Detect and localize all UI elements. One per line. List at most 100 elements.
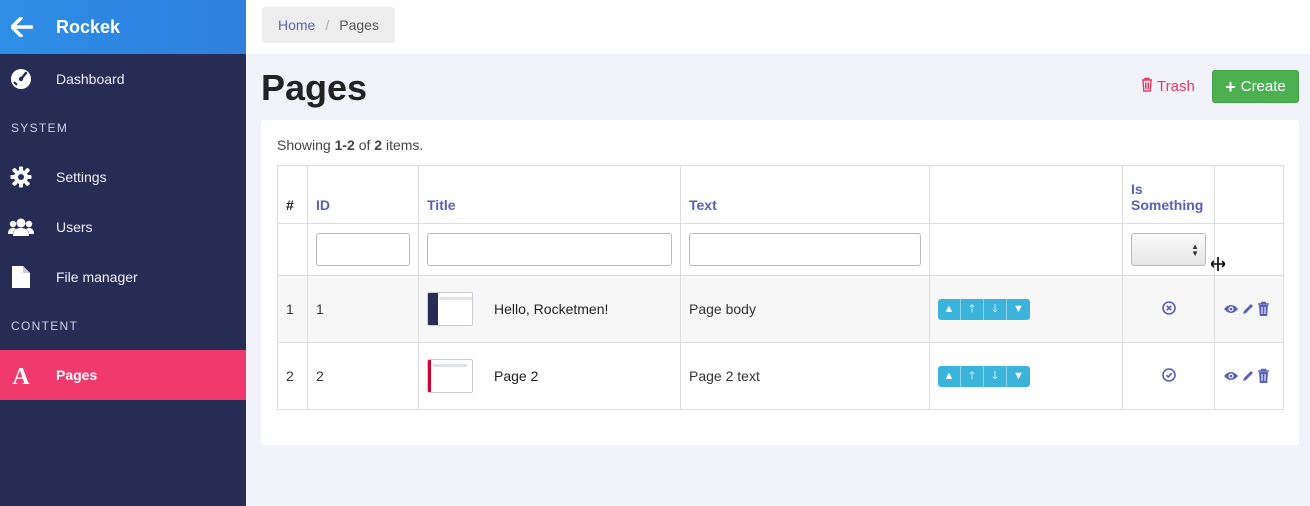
column-header-text[interactable]: Text <box>680 165 930 224</box>
move-down-icon[interactable]: 🡓 <box>984 298 1007 320</box>
plus-icon: + <box>1225 76 1236 97</box>
row-move-cell: ▲ 🡑 🡓 ▼ <box>929 275 1123 343</box>
move-top-icon[interactable]: ▲ <box>938 365 961 387</box>
gear-icon <box>0 166 42 188</box>
page-thumbnail <box>427 292 473 326</box>
delete-icon[interactable] <box>1257 368 1270 384</box>
delete-icon[interactable] <box>1257 301 1270 317</box>
file-icon <box>0 265 42 289</box>
sidebar-item-label: Settings <box>56 169 107 185</box>
top-bar: Home / Pages <box>246 0 1310 54</box>
is-something-line1: Is <box>1131 181 1143 197</box>
row-id: 2 <box>307 342 419 410</box>
row-number: 1 <box>277 275 308 343</box>
back-arrow-icon[interactable] <box>0 17 44 37</box>
summary-total: 2 <box>374 137 383 153</box>
sidebar-item-label: Users <box>56 219 93 235</box>
filter-cell-id <box>307 223 419 276</box>
page-thumbnail <box>427 359 473 393</box>
brand-bar: Rockek <box>0 0 246 54</box>
row-title: Page 2 <box>494 368 539 384</box>
view-icon[interactable] <box>1223 370 1239 382</box>
id-filter-input[interactable] <box>316 233 410 266</box>
row-title-cell: Page 2 <box>418 342 681 410</box>
move-buttons: ▲ 🡑 🡓 ▼ <box>938 365 1030 387</box>
column-header-title[interactable]: Title <box>418 165 681 224</box>
edit-icon[interactable] <box>1241 302 1255 316</box>
move-up-icon[interactable]: 🡑 <box>961 365 984 387</box>
breadcrumb-home-link[interactable]: Home <box>278 17 315 33</box>
summary-suffix: items. <box>382 137 424 153</box>
circle-check-icon <box>1161 368 1176 385</box>
dashboard-icon <box>0 68 42 90</box>
sidebar-item-label: Pages <box>56 367 98 383</box>
column-header-hash: # <box>277 165 308 224</box>
summary-prefix: Showing <box>277 137 335 153</box>
row-text: Page body <box>680 275 930 343</box>
filter-cell-empty <box>277 223 308 276</box>
circle-x-icon <box>1161 301 1176 318</box>
svg-text:A: A <box>12 364 30 386</box>
resize-cursor-icon <box>1210 257 1226 274</box>
table-row: 2 2 Page 2 Page 2 text ▲ 🡑 🡓 ▼ <box>277 342 1284 410</box>
move-bottom-icon[interactable]: ▼ <box>1007 366 1030 387</box>
table-row: 1 1 Hello, Rocketmen! Page body ▲ 🡑 🡓 ▼ <box>277 275 1284 343</box>
trash-icon <box>1141 77 1157 96</box>
text-filter-input[interactable] <box>689 233 921 266</box>
move-down-icon[interactable]: 🡓 <box>984 365 1007 387</box>
filter-cell-move <box>929 223 1123 276</box>
sidebar-item-dashboard[interactable]: Dashboard <box>0 54 246 104</box>
breadcrumb-separator: / <box>325 17 330 33</box>
row-is-something <box>1122 342 1215 410</box>
create-label: Create <box>1240 78 1286 95</box>
trash-link[interactable]: Trash <box>1141 77 1195 96</box>
sidebar-item-label: File manager <box>56 269 138 285</box>
row-is-something <box>1122 275 1215 343</box>
page-title: Pages <box>261 67 368 108</box>
row-actions <box>1214 275 1284 343</box>
column-header-move <box>929 165 1123 224</box>
breadcrumb-current: Pages <box>339 17 379 33</box>
row-title-cell: Hello, Rocketmen! <box>418 275 681 343</box>
filter-cell-title <box>418 223 681 276</box>
is-something-filter-select[interactable]: ▲ ▼ <box>1131 233 1206 266</box>
column-header-is-something[interactable]: Is Something <box>1122 165 1215 224</box>
row-number: 2 <box>277 342 308 410</box>
row-move-cell: ▲ 🡑 🡓 ▼ <box>929 342 1123 410</box>
breadcrumb: Home / Pages <box>262 7 395 43</box>
move-up-icon[interactable]: 🡑 <box>961 298 984 320</box>
sidebar-item-file-manager[interactable]: File manager <box>0 252 246 302</box>
pages-table: # ID Title Text Is Something ▲ ▼ 1 1 Hel… <box>277 165 1284 410</box>
app-name[interactable]: Rockek <box>56 17 120 38</box>
column-header-id[interactable]: ID <box>307 165 419 224</box>
summary-of: of <box>354 137 375 153</box>
sidebar: Rockek Dashboard SYSTEM Settings Users F… <box>0 0 246 506</box>
pages-card: Showing 1-2 of 2 items. # ID Title Text … <box>261 120 1299 445</box>
edit-icon[interactable] <box>1241 369 1255 383</box>
row-text: Page 2 text <box>680 342 930 410</box>
row-title: Hello, Rocketmen! <box>494 301 609 317</box>
sidebar-section-system: SYSTEM <box>11 121 69 135</box>
create-button[interactable]: + Create <box>1212 70 1299 103</box>
is-something-line2: Something <box>1131 197 1204 213</box>
move-buttons: ▲ 🡑 🡓 ▼ <box>938 298 1030 320</box>
users-icon <box>0 217 42 237</box>
pages-icon: A <box>0 364 42 386</box>
summary-range: 1-2 <box>334 137 355 153</box>
sidebar-section-content: CONTENT <box>11 319 79 333</box>
view-icon[interactable] <box>1223 303 1239 315</box>
filter-row: ▲ ▼ <box>277 223 1284 276</box>
sidebar-item-settings[interactable]: Settings <box>0 152 246 202</box>
summary-text: Showing 1-2 of 2 items. <box>277 137 423 153</box>
filter-cell-is-something: ▲ ▼ <box>1122 223 1215 276</box>
select-arrows-icon: ▲ ▼ <box>1191 242 1199 258</box>
row-actions <box>1214 342 1284 410</box>
trash-label: Trash <box>1157 78 1195 95</box>
move-top-icon[interactable]: ▲ <box>938 298 961 320</box>
sidebar-item-pages[interactable]: A Pages <box>0 350 246 400</box>
move-bottom-icon[interactable]: ▼ <box>1007 299 1030 320</box>
sidebar-item-label: Dashboard <box>56 71 125 87</box>
sidebar-item-users[interactable]: Users <box>0 202 246 252</box>
title-filter-input[interactable] <box>427 233 672 266</box>
filter-cell-text <box>680 223 930 276</box>
